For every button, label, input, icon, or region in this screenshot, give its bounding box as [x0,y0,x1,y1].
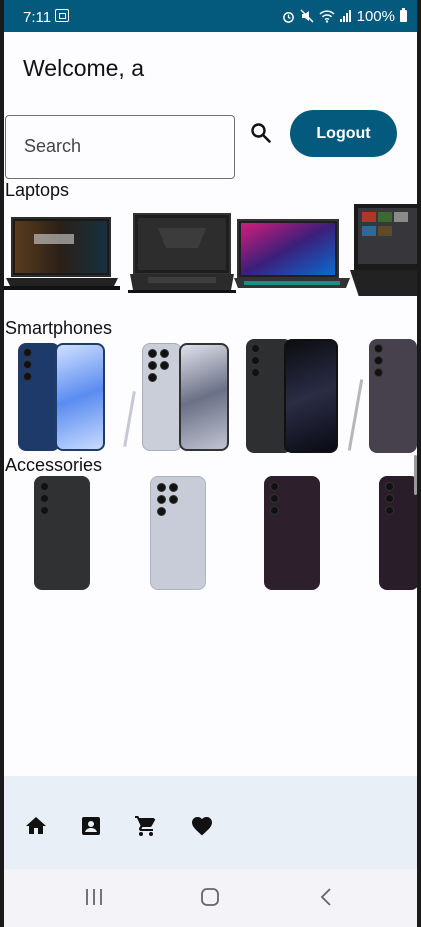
product-phone-4[interactable] [369,339,417,453]
product-phone-3-front[interactable] [284,339,338,453]
section-title-laptops: Laptops [5,180,70,200]
stylus-2 [347,379,364,451]
signal-icon [339,10,351,22]
product-case-2[interactable] [150,476,206,590]
back-icon[interactable] [318,886,334,908]
section-title-accessories: Accessories [5,455,103,475]
home-button-icon[interactable] [200,886,220,908]
screenshot-icon [55,9,69,22]
product-laptop-2[interactable] [128,204,236,296]
product-laptop-3[interactable] [234,204,350,296]
heart-icon[interactable] [190,814,214,838]
product-phone-2-front[interactable] [179,343,229,451]
scrollbar[interactable] [414,455,417,495]
bottom-nav [4,776,417,869]
product-case-4[interactable] [379,476,417,590]
system-nav-bar [4,869,417,927]
welcome-title: Welcome, a [23,55,145,81]
product-phone-1-front[interactable] [55,343,105,451]
product-case-1[interactable] [34,476,90,590]
home-icon[interactable] [24,814,48,838]
status-icons: 100% [282,7,407,25]
stylus-1 [123,391,136,447]
status-time: 7:11 [23,9,52,26]
product-phone-2-back[interactable] [142,343,182,451]
app-screen: 7:11 100% Welcome, a Search Logout Lapto… [4,0,417,927]
logout-button[interactable]: Logout [290,110,397,157]
wifi-icon [319,9,335,23]
product-phone-1-back[interactable] [18,343,60,451]
mute-icon [300,9,314,23]
laptops-row [4,204,417,296]
smartphones-row [4,339,417,457]
cart-icon[interactable] [134,814,158,838]
search-input[interactable]: Search [5,115,235,179]
section-title-smartphones: Smartphones [5,318,113,338]
recent-apps-icon[interactable] [84,886,104,908]
product-laptop-4[interactable] [350,204,417,296]
accessories-row [4,476,417,594]
product-case-3[interactable] [264,476,320,590]
search-placeholder: Search [24,136,82,156]
battery-percent: 100% [356,7,395,25]
battery-icon [400,8,407,22]
alarm-icon [282,11,294,23]
product-laptop-1[interactable] [4,204,120,296]
search-icon[interactable] [249,121,273,145]
contact-icon[interactable] [79,814,103,838]
status-bar: 7:11 100% [4,0,417,32]
